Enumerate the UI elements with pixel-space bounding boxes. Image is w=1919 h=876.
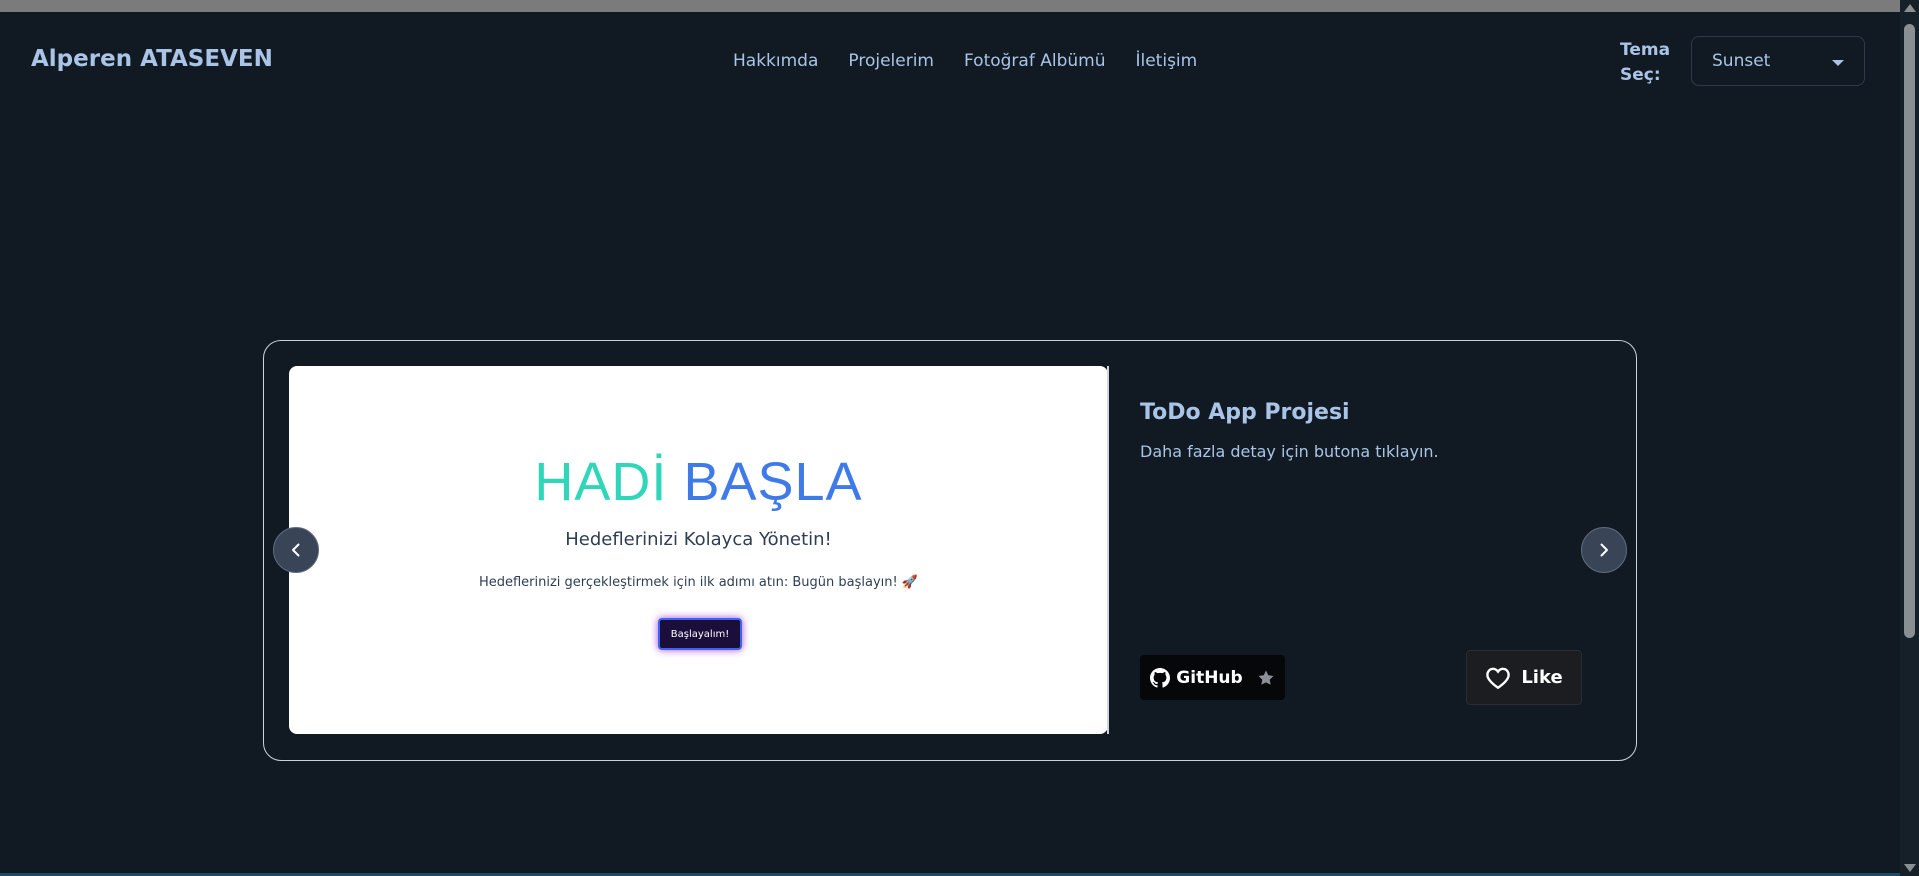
hero-title-word1: HADİ <box>534 452 668 512</box>
window-top-bar <box>0 0 1900 12</box>
project-description: Daha fazla detay için butona tıklayın. <box>1140 442 1439 461</box>
scroll-up-icon[interactable] <box>1904 4 1916 12</box>
scrollbar-thumb[interactable] <box>1904 24 1915 638</box>
nav-item-contact[interactable]: İletişim <box>1135 51 1197 71</box>
like-label: Like <box>1521 667 1563 688</box>
nav-item-about[interactable]: Hakkımda <box>733 51 818 71</box>
brand-title[interactable]: Alperen ATASEVEN <box>31 46 273 72</box>
star-icon <box>1258 670 1274 685</box>
chevron-right-icon <box>1600 543 1608 557</box>
nav-item-projects[interactable]: Projelerim <box>848 51 934 71</box>
heart-icon <box>1486 667 1511 689</box>
screenshot-description: Hedeflerinizi gerçekleştirmek için ilk a… <box>478 575 919 590</box>
caret-down-icon <box>1832 60 1844 66</box>
theme-select-value: Sunset <box>1712 51 1771 71</box>
github-button[interactable]: GitHub <box>1140 655 1285 700</box>
screenshot-hero-title: HADİ BAŞLA <box>289 451 1108 513</box>
like-button[interactable]: Like <box>1466 650 1582 705</box>
theme-label-text: Tema Seç: <box>1620 40 1671 85</box>
chevron-left-icon <box>292 543 300 557</box>
github-icon <box>1150 667 1171 688</box>
main-nav: Hakkımda Projelerim Fotoğraf Albümü İlet… <box>733 51 1197 71</box>
screenshot-subtitle: Hedeflerinizi Kolayca Yönetin! <box>565 529 832 550</box>
screenshot-start-button: Başlayalım! <box>658 618 742 650</box>
project-screenshot: HADİ BAŞLA Hedeflerinizi Kolayca Yönetin… <box>289 366 1108 734</box>
slide-divider <box>1107 366 1109 734</box>
project-title: ToDo App Projesi <box>1140 400 1350 425</box>
theme-select-label: Tema Seç: <box>1620 38 1672 88</box>
hero-title-word2: BAŞLA <box>683 452 863 512</box>
nav-item-photo-album[interactable]: Fotoğraf Albümü <box>964 51 1105 71</box>
carousel-prev-button[interactable] <box>273 527 319 573</box>
page-scrollbar[interactable] <box>1900 0 1919 876</box>
scroll-down-icon[interactable] <box>1904 864 1916 872</box>
theme-select[interactable]: Sunset <box>1691 36 1865 86</box>
github-label: GitHub <box>1176 667 1243 688</box>
carousel-next-button[interactable] <box>1581 527 1627 573</box>
